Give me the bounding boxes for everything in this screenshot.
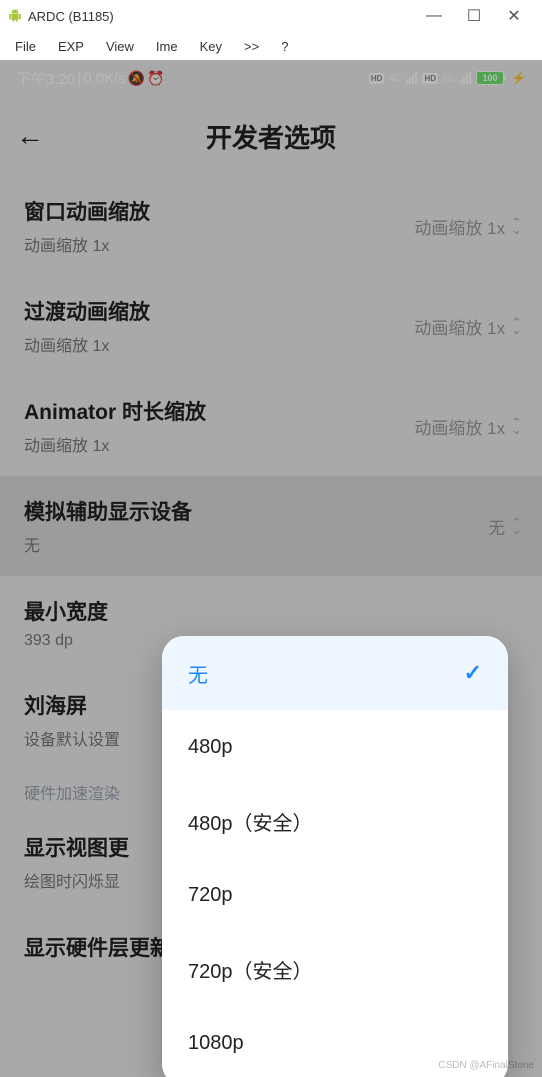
dropdown-option-label: 1080p	[188, 1032, 244, 1055]
stepper-icon[interactable]: ⌃⌄	[511, 519, 522, 533]
mute-icon: 🔕	[128, 70, 145, 87]
setting-title: 刘海屏	[24, 690, 120, 720]
signal-icon-1	[406, 72, 417, 84]
dropdown-option-label: 480p	[188, 736, 233, 759]
charging-icon: ⚡	[511, 71, 526, 85]
status-netspeed: 0.0K/s	[83, 70, 126, 87]
setting-title: 过渡动画缩放	[24, 296, 150, 326]
setting-value: 动画缩放 1x	[414, 214, 505, 239]
dropdown-option-720p-secure[interactable]: 720p（安全）	[162, 932, 508, 1006]
battery-icon: 100	[476, 71, 504, 85]
stepper-icon[interactable]: ⌃⌄	[511, 319, 522, 333]
battery-level: 100	[483, 73, 498, 83]
network-5g-label: 5G	[443, 74, 455, 83]
setting-title: 窗口动画缩放	[24, 196, 150, 226]
setting-window-animation-scale[interactable]: 窗口动画缩放 动画缩放 1x 动画缩放 1x ⌃⌄	[0, 176, 542, 276]
status-sep: |	[77, 70, 81, 87]
dropdown-option-label: 720p	[188, 884, 233, 907]
setting-transition-animation-scale[interactable]: 过渡动画缩放 动画缩放 1x 动画缩放 1x ⌃⌄	[0, 276, 542, 376]
setting-subtitle: 无	[24, 532, 192, 556]
secondary-display-dropdown: 无 ✓ 480p 480p（安全） 720p 720p（安全） 1080p	[162, 636, 508, 1077]
setting-value: 动画缩放 1x	[414, 414, 505, 439]
dropdown-option-none[interactable]: 无 ✓	[162, 636, 508, 710]
setting-title: 最小宽度	[24, 596, 108, 626]
dropdown-option-720p[interactable]: 720p	[162, 858, 508, 932]
phone-screen: 下午3:20 | 0.0K/s 🔕 ⏰ HD 4G HD 5G 100 ⚡ ← …	[0, 60, 542, 1077]
setting-title: 显示视图更	[24, 832, 129, 862]
window-controls: — ☐ ✕	[414, 1, 534, 31]
watermark: CSDN @AFinalStone	[438, 1060, 534, 1071]
stepper-icon[interactable]: ⌃⌄	[511, 419, 522, 433]
android-icon	[8, 9, 22, 23]
close-button[interactable]: ✕	[494, 1, 534, 31]
statusbar: 下午3:20 | 0.0K/s 🔕 ⏰ HD 4G HD 5G 100 ⚡	[0, 60, 542, 96]
menubar: File EXP View Ime Key >> ?	[0, 32, 542, 60]
menu-exp[interactable]: EXP	[49, 36, 93, 57]
setting-title: Animator 时长缩放	[24, 396, 206, 426]
setting-value: 动画缩放 1x	[414, 314, 505, 339]
check-icon: ✓	[464, 660, 482, 686]
setting-subtitle: 绘图时闪烁显	[24, 868, 129, 892]
setting-subtitle: 动画缩放 1x	[24, 332, 150, 356]
dropdown-option-label: 无	[188, 659, 208, 688]
window-titlebar: ARDC (B1185) — ☐ ✕	[0, 0, 542, 32]
menu-help[interactable]: ?	[272, 36, 297, 57]
dropdown-option-480p-secure[interactable]: 480p（安全）	[162, 784, 508, 858]
hd-badge-2: HD	[422, 73, 438, 84]
setting-subtitle: 动画缩放 1x	[24, 232, 150, 256]
setting-title: 模拟辅助显示设备	[24, 496, 192, 526]
hd-badge-1: HD	[369, 73, 385, 84]
network-4g-label: 4G	[389, 74, 401, 83]
status-time: 下午3:20	[16, 68, 75, 89]
page-title: 开发者选项	[0, 118, 542, 155]
setting-animator-duration-scale[interactable]: Animator 时长缩放 动画缩放 1x 动画缩放 1x ⌃⌄	[0, 376, 542, 476]
setting-value: 无	[488, 514, 505, 539]
dropdown-option-label: 480p（安全）	[188, 807, 313, 836]
menu-view[interactable]: View	[97, 36, 143, 57]
titlebar-left: ARDC (B1185)	[8, 9, 114, 24]
setting-title: 显示硬件层更新	[24, 932, 171, 962]
statusbar-left: 下午3:20 | 0.0K/s 🔕 ⏰	[16, 68, 165, 89]
stepper-icon[interactable]: ⌃⌄	[511, 219, 522, 233]
menu-file[interactable]: File	[6, 36, 45, 57]
menu-key[interactable]: Key	[191, 36, 231, 57]
window-title: ARDC (B1185)	[28, 9, 114, 24]
setting-subtitle: 动画缩放 1x	[24, 432, 206, 456]
dropdown-option-label: 720p（安全）	[188, 955, 313, 984]
menu-ime[interactable]: Ime	[147, 36, 187, 57]
setting-simulate-secondary-display[interactable]: 模拟辅助显示设备 无 无 ⌃⌄	[0, 476, 542, 576]
maximize-button[interactable]: ☐	[454, 1, 494, 31]
statusbar-right: HD 4G HD 5G 100 ⚡	[369, 71, 526, 85]
dropdown-option-480p[interactable]: 480p	[162, 710, 508, 784]
setting-subtitle: 393 dp	[24, 632, 108, 650]
signal-icon-2	[460, 72, 471, 84]
setting-subtitle: 设备默认设置	[24, 726, 120, 750]
menu-overflow[interactable]: >>	[235, 36, 268, 57]
alarm-icon: ⏰	[147, 70, 164, 87]
minimize-button[interactable]: —	[414, 1, 454, 31]
page-header: ← 开发者选项	[0, 96, 542, 176]
